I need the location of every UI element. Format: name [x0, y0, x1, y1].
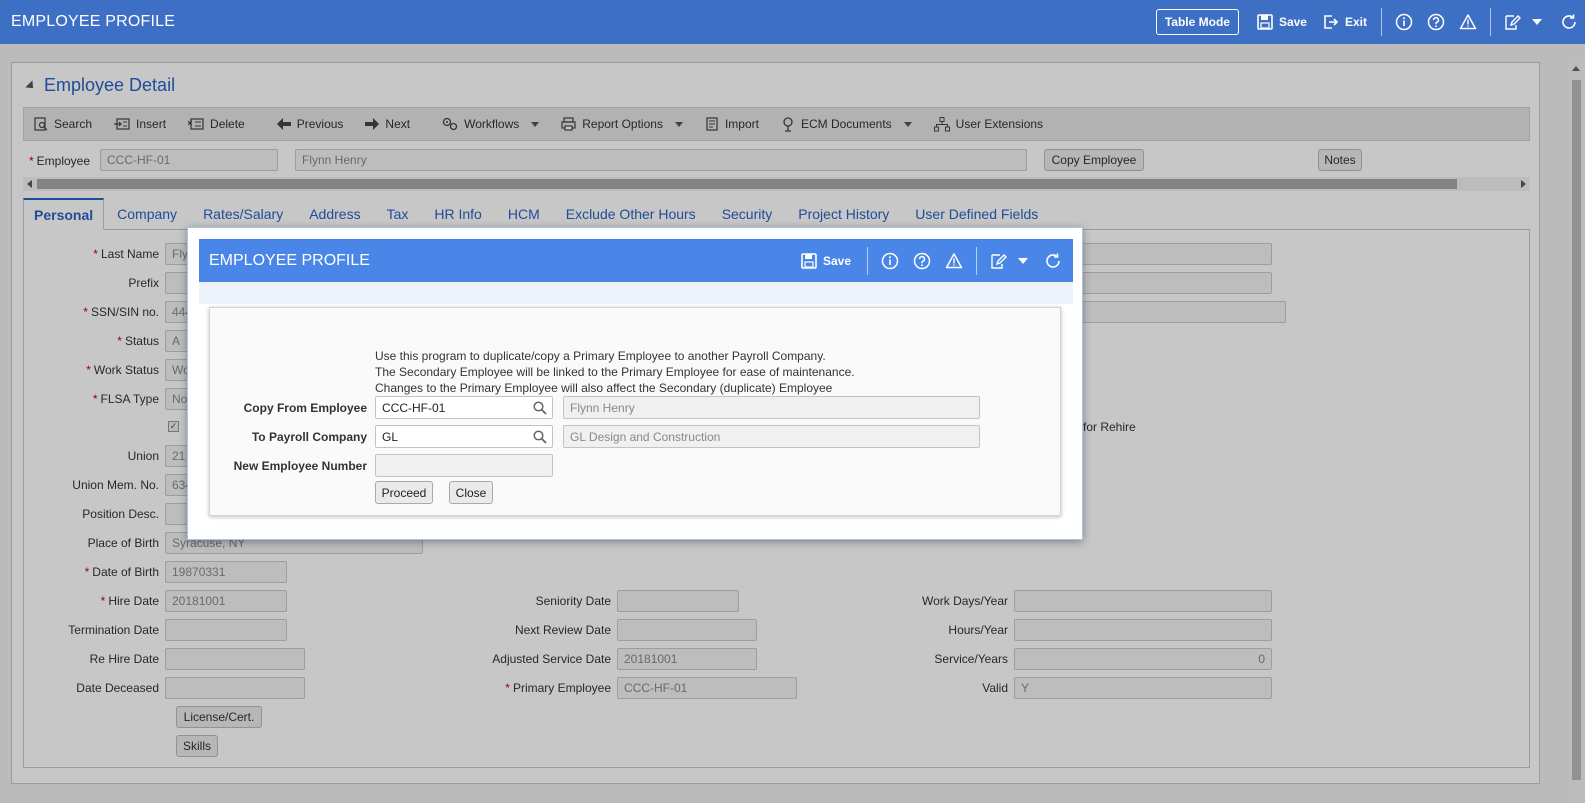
- exit-button[interactable]: Exit: [1323, 14, 1367, 30]
- dialog-edit-button[interactable]: [983, 252, 1015, 270]
- chevron-down-icon: [1018, 257, 1028, 264]
- header-separator: [1490, 8, 1491, 36]
- to-payroll-company-label: To Payroll Company: [251, 430, 367, 444]
- dialog-help-button[interactable]: [906, 252, 938, 270]
- dialog-info-button[interactable]: [874, 252, 906, 270]
- app-title: EMPLOYEE PROFILE: [11, 13, 176, 30]
- copy-from-employee-input[interactable]: CCC-HF-01: [375, 396, 553, 419]
- chevron-down-icon: [1532, 19, 1542, 25]
- dialog-edit-dropdown-button[interactable]: [1015, 257, 1031, 265]
- to-payroll-company-input[interactable]: GL: [375, 425, 553, 448]
- header-separator: [1381, 8, 1382, 36]
- save-label: Save: [1278, 15, 1307, 29]
- save-icon: [1257, 14, 1273, 30]
- search-icon[interactable]: [533, 430, 547, 444]
- close-button[interactable]: Close: [449, 481, 493, 504]
- dialog-refresh-button[interactable]: [1037, 252, 1069, 270]
- warning-icon: [1459, 14, 1477, 30]
- warning-icon: [945, 252, 963, 268]
- edit-dropdown-button[interactable]: [1529, 18, 1545, 26]
- header-separator: [976, 246, 977, 275]
- refresh-icon: [1562, 14, 1576, 29]
- copy-employee-dialog: EMPLOYEE PROFILE Save Use this program t…: [187, 227, 1083, 540]
- help-icon: [913, 252, 931, 269]
- help-button[interactable]: [1420, 13, 1452, 31]
- save-icon: [801, 252, 817, 269]
- table-mode-button[interactable]: Table Mode: [1155, 9, 1239, 35]
- info-line-1: Use this program to duplicate/copy a Pri…: [375, 349, 826, 363]
- header-separator: [867, 246, 868, 275]
- dialog-save-label: Save: [822, 253, 851, 268]
- to-payroll-company-name: GL Design and Construction: [563, 425, 980, 448]
- proceed-button[interactable]: Proceed: [375, 481, 433, 504]
- refresh-icon: [1046, 253, 1060, 268]
- app-header: EMPLOYEE PROFILE Table Mode Save Exit: [0, 0, 1585, 44]
- info-icon: [1395, 13, 1413, 31]
- save-button[interactable]: Save: [1257, 14, 1307, 30]
- info-icon: [881, 252, 899, 269]
- new-employee-number-input[interactable]: [375, 454, 553, 477]
- exit-icon: [1324, 15, 1339, 29]
- info-line-2: The Secondary Employee will be linked to…: [375, 365, 855, 379]
- dialog-save-button[interactable]: Save: [801, 252, 851, 269]
- help-icon: [1427, 13, 1445, 31]
- to-payroll-company-value: GL: [382, 430, 399, 444]
- copy-from-employee-name: Flynn Henry: [563, 396, 980, 419]
- copy-from-employee-label: Copy From Employee: [243, 401, 367, 415]
- edit-button[interactable]: [1497, 13, 1529, 31]
- dialog-header: EMPLOYEE PROFILE Save: [199, 239, 1073, 282]
- dialog-strip: [199, 282, 1073, 304]
- dialog-title: EMPLOYEE PROFILE: [209, 251, 370, 269]
- warning-button[interactable]: [1452, 13, 1484, 31]
- dialog-warning-button[interactable]: [938, 252, 970, 270]
- copy-from-employee-value: CCC-HF-01: [382, 401, 446, 415]
- exit-label: Exit: [1344, 15, 1367, 29]
- refresh-button[interactable]: [1553, 13, 1585, 31]
- new-employee-number-label: New Employee Number: [233, 459, 367, 473]
- info-line-3: Changes to the Primary Employee will als…: [375, 381, 833, 395]
- dialog-body: Use this program to duplicate/copy a Pri…: [209, 307, 1061, 516]
- edit-icon: [1505, 15, 1521, 30]
- info-button[interactable]: [1388, 13, 1420, 31]
- edit-icon: [991, 253, 1007, 269]
- search-icon[interactable]: [533, 401, 547, 415]
